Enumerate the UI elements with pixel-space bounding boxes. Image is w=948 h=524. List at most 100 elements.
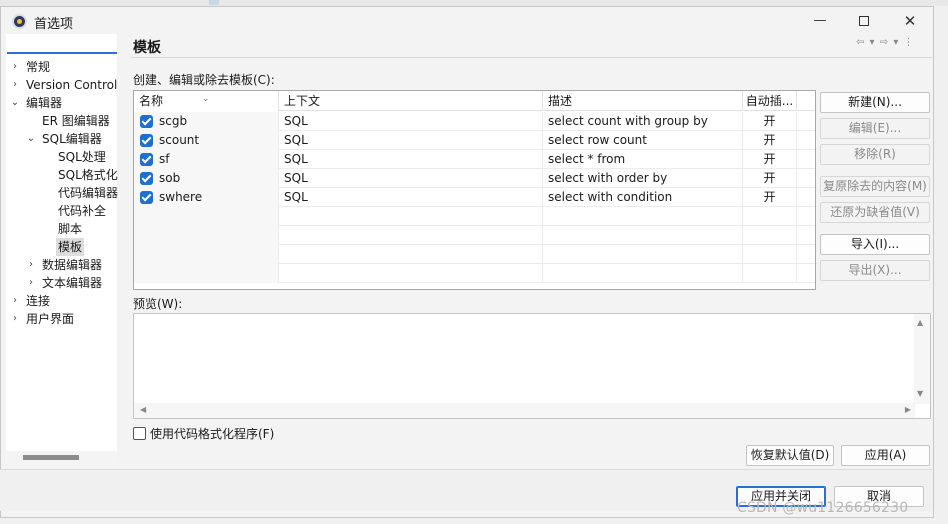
template-name: sob — [159, 171, 181, 185]
preview-area[interactable]: ▲ ▼ ◀ ▶ — [133, 313, 931, 419]
filler-cell — [797, 112, 815, 131]
preview-horizontal-scrollbar[interactable]: ◀ ▶ — [134, 403, 915, 418]
new-template-button[interactable]: 新建(N)... — [820, 92, 930, 113]
tree-item-label: ER 图编辑器 — [42, 114, 110, 128]
history-nav-icons[interactable]: ⇦ ▾ ⇨ ▾ ⋮ — [856, 37, 915, 48]
enabled-checkbox[interactable] — [140, 191, 153, 204]
scroll-down-icon[interactable]: ▼ — [917, 389, 923, 398]
auto-insert-cell: 开 — [743, 131, 797, 150]
empty-table-row — [134, 245, 815, 264]
tree-item[interactable]: ⌄ SQL编辑器 — [6, 130, 117, 148]
tree-item-label: 编辑器 — [26, 96, 63, 110]
description-cell — [543, 226, 743, 245]
scroll-up-icon[interactable]: ▲ — [917, 318, 923, 327]
restore-removed-button[interactable]: 复原除去的内容(M) — [820, 176, 930, 197]
tree-item[interactable]: › Version Control — [6, 76, 117, 94]
tree-item[interactable]: SQL格式化 — [6, 166, 118, 184]
watermark: CSDN @wu1126656230 — [737, 500, 909, 516]
maximize-button[interactable] — [841, 9, 887, 33]
scroll-left-icon[interactable]: ◀ — [140, 405, 146, 414]
import-button[interactable]: 导入(I)... — [820, 234, 930, 255]
tree-item[interactable]: 脚本 — [6, 220, 117, 238]
auto-insert-cell: 开 — [743, 112, 797, 131]
empty-table-row — [134, 264, 815, 283]
table-row[interactable]: sf SQL select * from 开 — [134, 150, 815, 169]
enabled-checkbox[interactable] — [140, 153, 153, 166]
table-row[interactable]: sob SQL select with order by 开 — [134, 169, 815, 188]
tree-item[interactable]: ⌄ 编辑器 — [6, 94, 117, 112]
tree-item-label: 代码编辑器 — [58, 186, 119, 200]
filler-cell — [797, 264, 815, 283]
export-button[interactable]: 导出(X)... — [820, 260, 930, 281]
chevron-right-icon[interactable]: › — [10, 292, 20, 310]
filler-cell — [797, 150, 815, 169]
tree-item[interactable]: › 数据编辑器 — [6, 256, 117, 274]
template-name: swhere — [159, 190, 203, 204]
revert-to-default-button[interactable]: 还原为缺省值(V) — [820, 202, 930, 223]
column-header-context[interactable]: 上下文 — [279, 91, 543, 111]
tree-item[interactable]: › 常规 — [6, 58, 117, 76]
description-cell: select with order by — [543, 169, 743, 188]
tree-item[interactable]: 模板 — [6, 238, 117, 256]
enabled-checkbox[interactable] — [140, 172, 153, 185]
context-cell — [279, 207, 543, 226]
auto-insert-cell — [743, 207, 797, 226]
context-cell — [279, 226, 543, 245]
tree-item[interactable]: › 文本编辑器 — [6, 274, 117, 292]
description-cell: select row count — [543, 131, 743, 150]
name-cell: swhere — [134, 188, 279, 207]
context-cell: SQL — [279, 169, 543, 188]
tree-item[interactable]: › 用户界面 — [6, 310, 117, 328]
enabled-checkbox[interactable] — [140, 134, 153, 147]
empty-table-row — [134, 207, 815, 226]
description-cell — [543, 207, 743, 226]
column-header-auto-insert[interactable]: 自动插... — [743, 91, 797, 111]
description-cell: select * from — [543, 150, 743, 169]
chevron-right-icon[interactable]: › — [26, 274, 36, 292]
close-button[interactable]: ✕ — [887, 9, 933, 33]
filler-cell — [797, 169, 815, 188]
enabled-checkbox[interactable] — [140, 115, 153, 128]
filter-input[interactable] — [7, 34, 117, 54]
edit-template-button[interactable]: 编辑(E)... — [820, 118, 930, 139]
chevron-right-icon[interactable]: › — [10, 310, 20, 328]
tree-item-label: 数据编辑器 — [42, 258, 103, 272]
apply-button[interactable]: 应用(A) — [841, 445, 930, 466]
tree-item[interactable]: › 连接 — [6, 292, 117, 310]
table-row[interactable]: scgb SQL select count with group by 开 — [134, 112, 815, 131]
filler-cell — [797, 188, 815, 207]
tree-item[interactable]: 代码编辑器 — [6, 184, 119, 202]
sort-indicator-icon: ⌄ — [202, 94, 210, 104]
table-row[interactable]: swhere SQL select with condition 开 — [134, 188, 815, 207]
chevron-right-icon[interactable]: › — [10, 58, 20, 76]
chevron-down-icon[interactable]: ⌄ — [26, 130, 36, 148]
table-row[interactable]: scount SQL select row count 开 — [134, 131, 815, 150]
scroll-right-icon[interactable]: ▶ — [905, 405, 911, 414]
column-header-name[interactable]: 名称 ⌄ — [134, 91, 279, 111]
name-cell: sf — [134, 150, 279, 169]
checkbox-unchecked[interactable] — [133, 427, 146, 440]
template-name: sf — [159, 152, 170, 166]
scrollbar-thumb[interactable] — [23, 455, 79, 460]
preview-vertical-scrollbar[interactable]: ▲ ▼ — [914, 314, 930, 404]
column-header-description[interactable]: 描述 — [543, 91, 743, 111]
chevron-right-icon[interactable]: › — [10, 76, 20, 94]
tree-item[interactable]: SQL处理 — [6, 148, 117, 166]
name-cell — [134, 264, 279, 283]
description-cell: select count with group by — [543, 112, 743, 131]
chevron-right-icon[interactable]: › — [26, 256, 36, 274]
context-cell: SQL — [279, 112, 543, 131]
tree-item[interactable]: ER 图编辑器 — [6, 112, 117, 130]
templates-section-label: 创建、编辑或除去模板(C): — [133, 73, 275, 87]
template-name: scgb — [159, 114, 188, 128]
tree-horizontal-scrollbar[interactable] — [6, 451, 117, 464]
remove-template-button[interactable]: 移除(R) — [820, 144, 930, 165]
filler-cell — [797, 226, 815, 245]
minimize-button[interactable]: — — [797, 9, 843, 33]
background-tab-notch — [209, 0, 219, 5]
restore-defaults-button[interactable]: 恢复默认值(D) — [746, 445, 834, 466]
filler-cell — [797, 207, 815, 226]
use-code-formatter-label: 使用代码格式化程序(F) — [150, 427, 275, 441]
tree-item[interactable]: 代码补全 — [6, 202, 117, 220]
chevron-down-icon[interactable]: ⌄ — [10, 94, 20, 112]
